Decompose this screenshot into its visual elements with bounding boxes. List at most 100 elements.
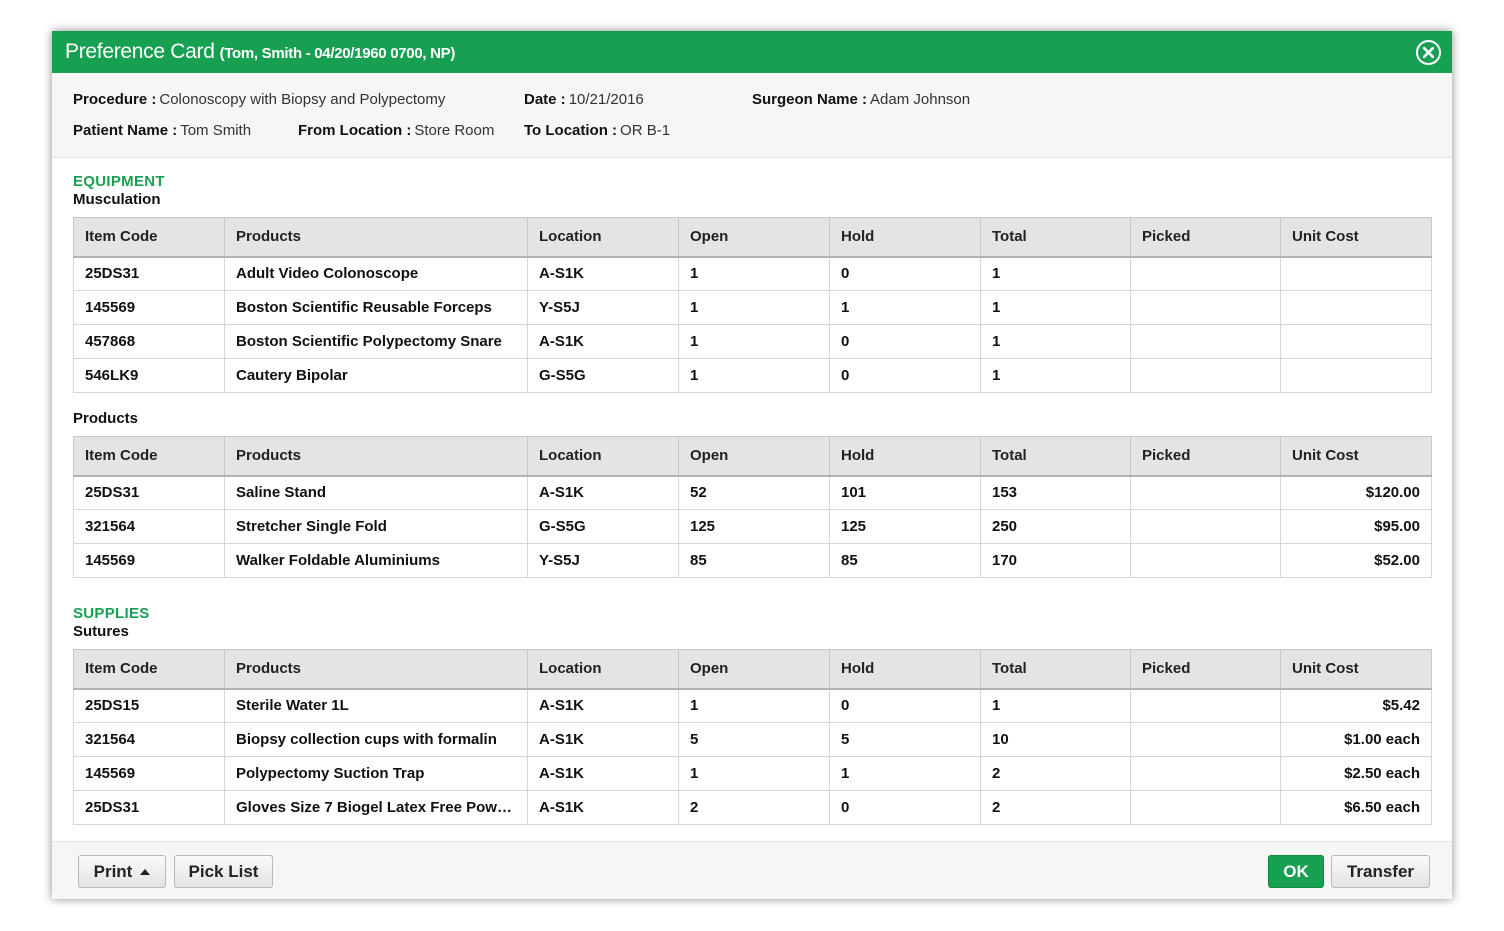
cell-hold: 0 [829,324,981,359]
col-hold[interactable]: Hold [829,649,981,690]
cell-product: Polypectomy Suction Trap [224,756,528,791]
col-item-code[interactable]: Item Code [73,217,225,258]
col-location[interactable]: Location [527,217,679,258]
cell-location: A-S1K [527,256,679,291]
cell-item-code: 321564 [73,722,225,757]
col-unit-cost[interactable]: Unit Cost [1280,436,1432,477]
table-row[interactable]: 145569 Walker Foldable Aluminiums Y-S5J 85 8… [73,543,1432,578]
table-row[interactable]: 25DS31 Gloves Size 7 Biogel Latex Free Po… [73,790,1432,825]
cell-item-code: 25DS31 [73,256,225,291]
cell-open: 1 [678,358,830,393]
col-hold[interactable]: Hold [829,217,981,258]
cell-unit-cost: $5.42 [1280,688,1432,723]
table-row[interactable]: 25DS31 Saline Stand A-S1K 52 101 153 $120.00 [73,475,1432,510]
subsection-title-sutures: Sutures [73,623,129,640]
col-products[interactable]: Products [224,217,528,258]
cell-item-code: 145569 [73,290,225,325]
col-location[interactable]: Location [527,436,679,477]
cell-unit-cost: $1.00 each [1280,722,1432,757]
ok-button[interactable]: OK [1268,855,1324,888]
col-open[interactable]: Open [678,649,830,690]
col-location[interactable]: Location [527,649,679,690]
card-content[interactable]: EQUIPMENT Musculation Item Code Products… [52,158,1452,848]
cell-unit-cost: $2.50 each [1280,756,1432,791]
col-picked[interactable]: Picked [1130,436,1281,477]
col-item-code[interactable]: Item Code [73,436,225,477]
cell-product: Walker Foldable Aluminiums [224,543,528,578]
cell-open: 1 [678,756,830,791]
cell-location: G-S5G [527,358,679,393]
patient-field: Patient Name : Tom Smith [73,122,252,139]
cell-picked [1130,756,1281,791]
procedure-info: Procedure : Colonoscopy with Biopsy and P… [52,73,1452,158]
col-open[interactable]: Open [678,217,830,258]
cell-total: 2 [980,790,1131,825]
table-row[interactable]: 546LK9 Cautery Bipolar G-S5G 1 0 1 [73,358,1432,393]
cell-picked [1130,475,1281,510]
print-button[interactable]: Print [78,855,166,888]
cell-hold: 101 [829,475,981,510]
cell-open: 1 [678,290,830,325]
col-picked[interactable]: Picked [1130,649,1281,690]
cell-open: 1 [678,324,830,359]
cell-open: 125 [678,509,830,544]
table-row[interactable]: 321564 Biopsy collection cups with formal… [73,722,1432,757]
col-hold[interactable]: Hold [829,436,981,477]
col-open[interactable]: Open [678,436,830,477]
cell-picked [1130,324,1281,359]
cell-hold: 0 [829,256,981,291]
cell-product: Boston Scientific Polypectomy Snare [224,324,528,359]
pick-list-button[interactable]: Pick List [174,855,273,888]
cell-hold: 1 [829,290,981,325]
cell-unit-cost [1280,358,1432,393]
col-unit-cost[interactable]: Unit Cost [1280,217,1432,258]
cell-open: 85 [678,543,830,578]
cell-item-code: 546LK9 [73,358,225,393]
col-total[interactable]: Total [980,217,1131,258]
preference-card-dialog: Preference Card (Tom, Smith - 04/20/1960… [52,31,1452,899]
cell-product: Stretcher Single Fold [224,509,528,544]
col-products[interactable]: Products [224,436,528,477]
col-picked[interactable]: Picked [1130,217,1281,258]
section-title-equipment: EQUIPMENT [73,173,165,190]
cell-unit-cost [1280,256,1432,291]
cell-unit-cost [1280,324,1432,359]
cell-item-code: 457868 [73,324,225,359]
table-row[interactable]: 145569 Polypectomy Suction Trap A-S1K 1 1 2 $2… [73,756,1432,791]
subsection-title-products: Products [73,410,139,427]
table-row[interactable]: 457868 Boston Scientific Polypectomy Snar… [73,324,1432,359]
cell-location: G-S5G [527,509,679,544]
cell-hold: 1 [829,756,981,791]
cell-hold: 0 [829,790,981,825]
table-header-row: Item Code Products Location Open Hold To… [73,436,1432,477]
cell-picked [1130,256,1281,291]
transfer-button[interactable]: Transfer [1331,855,1430,888]
col-unit-cost[interactable]: Unit Cost [1280,649,1432,690]
cell-picked [1130,688,1281,723]
cell-open: 1 [678,688,830,723]
cell-total: 2 [980,756,1131,791]
col-total[interactable]: Total [980,436,1131,477]
cell-total: 1 [980,688,1131,723]
table-header-row: Item Code Products Location Open Hold To… [73,649,1432,690]
cell-total: 1 [980,358,1131,393]
table-row[interactable]: 25DS15 Sterile Water 1L A-S1K 1 0 1 $5.42 [73,688,1432,723]
procedure-field: Procedure : Colonoscopy with Biopsy and P… [73,91,446,108]
table-row[interactable]: 145569 Boston Scientific Reusable Forceps… [73,290,1432,325]
cell-total: 170 [980,543,1131,578]
cell-product: Boston Scientific Reusable Forceps [224,290,528,325]
table-row[interactable]: 321564 Stretcher Single Fold G-S5G 125 125 25… [73,509,1432,544]
cell-unit-cost: $95.00 [1280,509,1432,544]
dialog-titlebar: Preference Card (Tom, Smith - 04/20/1960… [52,31,1452,73]
from-location-field: From Location : Store Room [298,122,495,139]
cell-location: A-S1K [527,790,679,825]
col-item-code[interactable]: Item Code [73,649,225,690]
table-row[interactable]: 25DS31 Adult Video Colonoscope A-S1K 1 0 1 [73,256,1432,291]
caret-up-icon [140,869,151,875]
col-products[interactable]: Products [224,649,528,690]
close-button[interactable] [1416,40,1441,65]
cell-total: 250 [980,509,1131,544]
cell-location: A-S1K [527,475,679,510]
cell-unit-cost: $6.50 each [1280,790,1432,825]
col-total[interactable]: Total [980,649,1131,690]
